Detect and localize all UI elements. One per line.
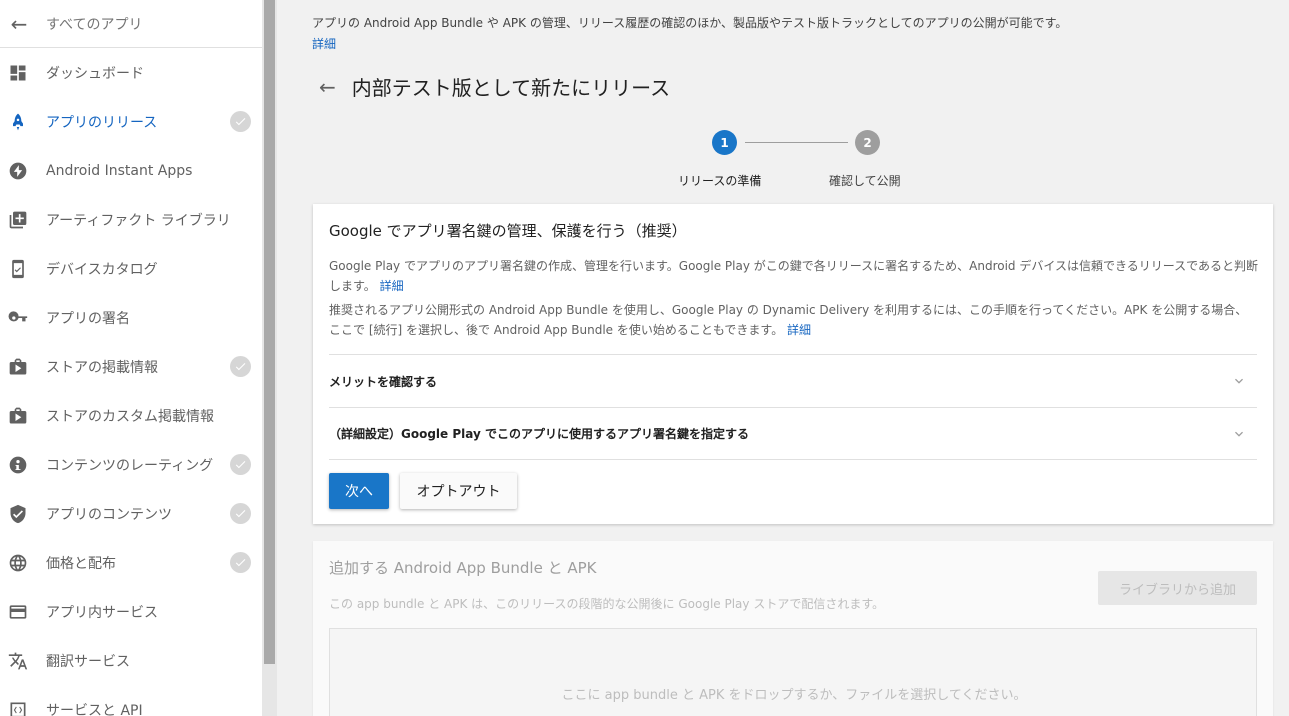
bundle-description: 推奨されるアプリ公開形式の Android App Bundle を使用し、Go… [329, 300, 1259, 340]
sidebar-item-device-catalog[interactable]: デバイスカタログ [0, 244, 262, 293]
sidebar-item-label: ストアの掲載情報 [46, 359, 158, 376]
check-circle-icon [230, 552, 251, 573]
page-title: 内部テスト版として新たにリリース [351, 76, 671, 100]
check-circle-icon [230, 503, 251, 524]
sidebar-item-services-api[interactable]: サービスと API [0, 685, 262, 716]
back-label: すべてのアプリ [46, 16, 143, 33]
sidebar-item-label: Android Instant Apps [46, 162, 193, 179]
main-content: アプリの Android App Bundle や APK の管理、リリース履歴… [277, 0, 1289, 716]
opt-out-button[interactable]: オプトアウト [400, 473, 517, 509]
sidebar-item-label: アプリのコンテンツ [46, 506, 172, 523]
sidebar-item-app-signing[interactable]: アプリの署名 [0, 293, 262, 342]
chevron-down-icon [1231, 373, 1247, 389]
back-arrow-icon[interactable]: ← [319, 75, 336, 99]
library-icon [7, 209, 29, 231]
signing-description-text: Google Play でアプリのアプリ署名鍵の作成、管理を行います。Googl… [329, 259, 1259, 293]
bundle-card-subtitle: この app bundle と APK は、このリリースの段階的な公開後に Go… [329, 597, 885, 611]
accordion-advanced-key[interactable]: （詳細設定）Google Play でこのアプリに使用するアプリ署名鍵を指定する [329, 407, 1257, 460]
api-icon [7, 699, 29, 716]
dashboard-icon [7, 62, 29, 84]
sidebar-scrollbar[interactable] [262, 0, 277, 716]
check-circle-icon [230, 454, 251, 475]
globe-icon [7, 552, 29, 574]
intro-text: アプリの Android App Bundle や APK の管理、リリース履歴… [312, 16, 1068, 30]
sidebar-item-label: コンテンツのレーティング [46, 457, 214, 474]
sidebar-item-app-content[interactable]: アプリのコンテンツ [0, 489, 262, 538]
sidebar-item-label: デバイスカタログ [46, 261, 158, 278]
sidebar-item-artifact-library[interactable]: アーティファクト ライブラリ [0, 195, 262, 244]
intro-learn-more-link[interactable]: 詳細 [312, 35, 336, 52]
bundle-learn-more-link[interactable]: 詳細 [787, 323, 811, 337]
step-1-indicator: 1 [712, 130, 737, 155]
file-dropzone[interactable]: ここに app bundle と APK をドロップするか、ファイルを選択してく… [329, 628, 1257, 716]
sidebar-item-label: 翻訳サービス [46, 653, 130, 670]
check-circle-icon [230, 111, 251, 132]
step-2-label: 確認して公開 [829, 174, 901, 188]
dropzone-text: ここに app bundle と APK をドロップするか、ファイルを選択してく… [561, 688, 1027, 703]
chevron-down-icon [1231, 426, 1247, 442]
sidebar-item-label: アプリのリリース [46, 114, 158, 131]
store-play-icon [7, 356, 29, 378]
arrow-left-icon: ← [10, 11, 28, 36]
sidebar-item-translation[interactable]: 翻訳サービス [0, 636, 262, 685]
sidebar-item-label: ストアのカスタム掲載情報 [46, 408, 214, 425]
sidebar-item-dashboard[interactable]: ダッシュボード [0, 48, 262, 97]
sidebar-item-label: サービスと API [46, 702, 143, 716]
sidebar-item-label: アプリの署名 [46, 310, 130, 327]
stepper: 1 2 リリースの準備 確認して公開 [277, 128, 1289, 198]
sidebar-item-label: アプリ内サービス [46, 604, 158, 621]
sidebar: ← すべてのアプリ ダッシュボード アプリのリリース Android Insta… [0, 0, 262, 716]
accordion-label: メリットを確認する [329, 374, 438, 389]
signing-description: Google Play でアプリのアプリ署名鍵の作成、管理を行います。Googl… [329, 256, 1259, 296]
card-title: Google でアプリ署名鍵の管理、保護を行う（推奨） [329, 222, 687, 240]
accordion-label: （詳細設定）Google Play でこのアプリに使用するアプリ署名鍵を指定する [329, 427, 749, 441]
shield-icon [7, 503, 29, 525]
sidebar-item-label: ダッシュボード [46, 65, 144, 82]
translate-icon [7, 650, 29, 672]
sidebar-item-label: アーティファクト ライブラリ [46, 212, 231, 229]
card-icon [7, 601, 29, 623]
rating-icon [7, 454, 29, 476]
store-play-icon [7, 405, 29, 427]
sidebar-item-in-app-services[interactable]: アプリ内サービス [0, 587, 262, 636]
page-header: ← 内部テスト版として新たにリリース [319, 72, 670, 101]
step-2-indicator: 2 [855, 130, 880, 155]
step-connector [745, 142, 848, 143]
signing-learn-more-link[interactable]: 詳細 [380, 279, 404, 293]
app-signing-card: Google でアプリ署名鍵の管理、保護を行う（推奨） Google Play … [313, 204, 1273, 524]
sidebar-item-instant-apps[interactable]: Android Instant Apps [0, 146, 262, 195]
step-1-label: リリースの準備 [678, 174, 762, 188]
bundle-card-title: 追加する Android App Bundle と APK [329, 559, 597, 577]
device-check-icon [7, 258, 29, 280]
next-button[interactable]: 次へ [329, 473, 389, 509]
sidebar-item-label: 価格と配布 [46, 555, 116, 572]
back-to-all-apps[interactable]: ← すべてのアプリ [0, 0, 262, 48]
add-from-library-button[interactable]: ライブラリから追加 [1098, 571, 1257, 605]
sidebar-item-custom-store-listing[interactable]: ストアのカスタム掲載情報 [0, 391, 262, 440]
lightning-icon [7, 160, 29, 182]
key-icon [7, 307, 29, 329]
sidebar-item-store-listing[interactable]: ストアの掲載情報 [0, 342, 262, 391]
rocket-icon [7, 111, 29, 133]
bundle-upload-card: 追加する Android App Bundle と APK この app bun… [313, 541, 1273, 716]
sidebar-item-pricing-distribution[interactable]: 価格と配布 [0, 538, 262, 587]
sidebar-item-app-releases[interactable]: アプリのリリース [0, 97, 262, 146]
check-circle-icon [230, 356, 251, 377]
sidebar-item-content-rating[interactable]: コンテンツのレーティング [0, 440, 262, 489]
accordion-benefits[interactable]: メリットを確認する [329, 354, 1257, 407]
scrollbar-thumb[interactable] [264, 0, 275, 664]
